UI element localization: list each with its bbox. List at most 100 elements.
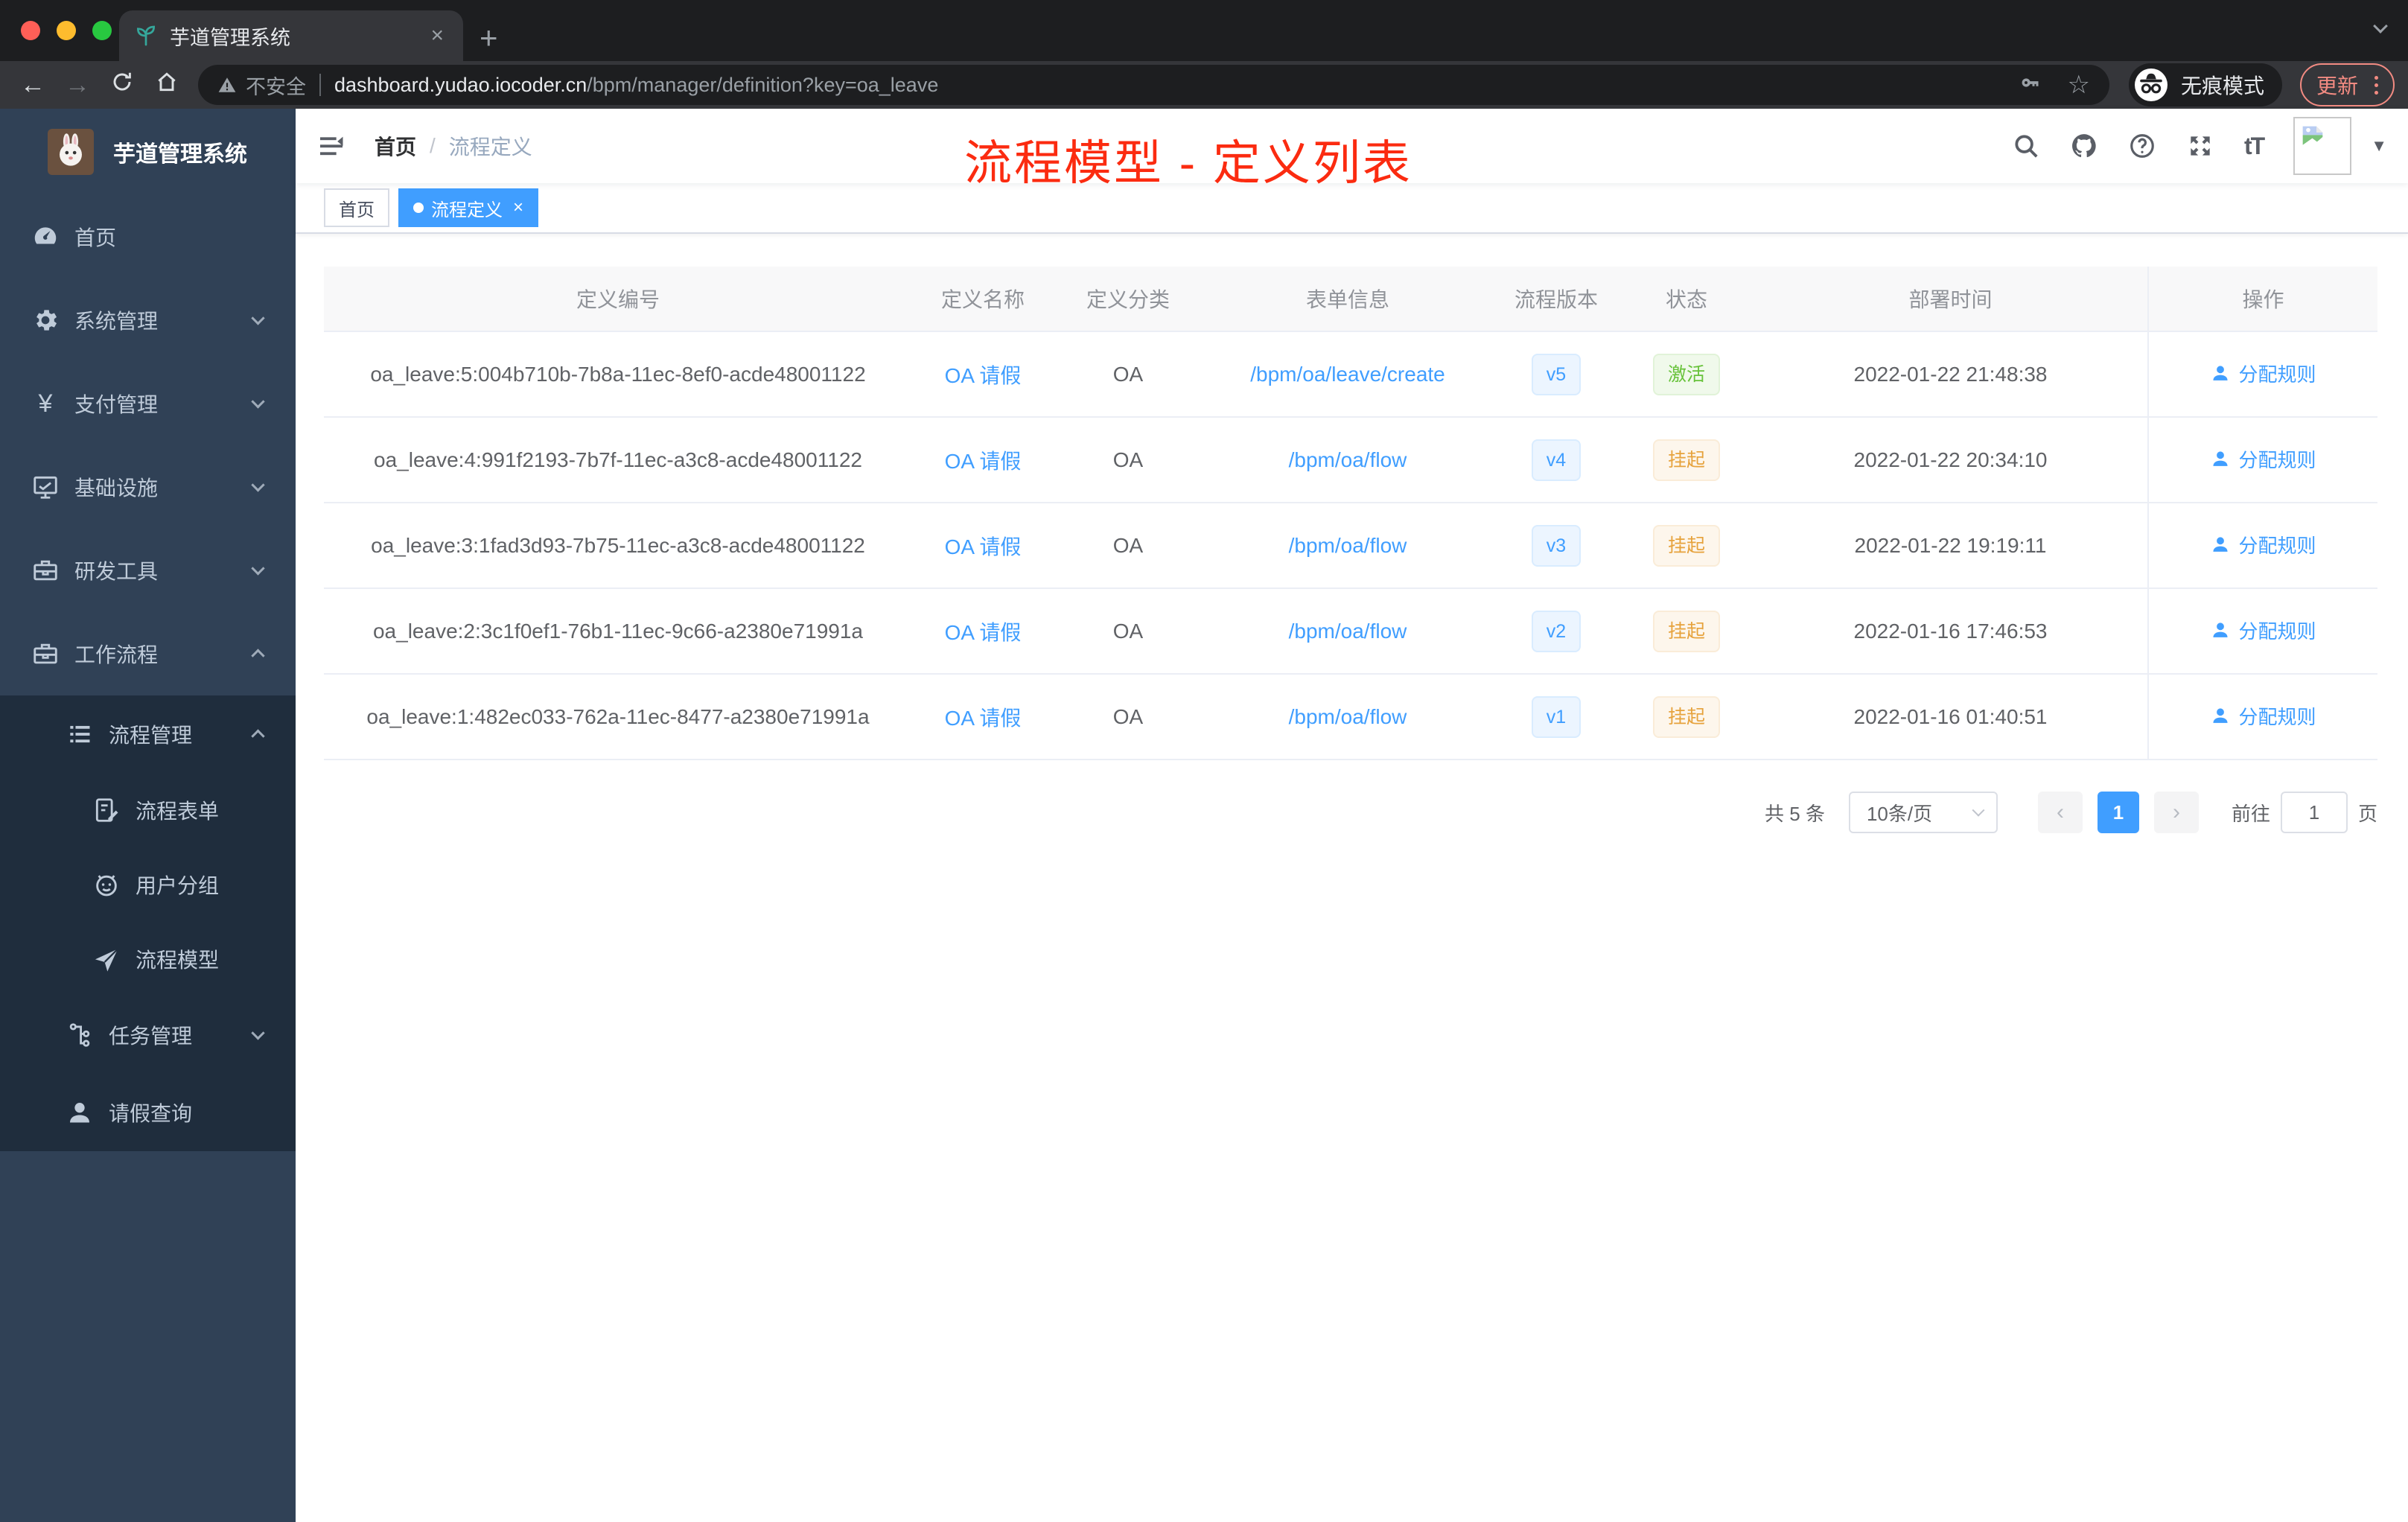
tab-close-icon[interactable]: ×: [426, 23, 448, 48]
form-link[interactable]: /bpm/oa/flow: [1289, 620, 1407, 643]
definition-name-link[interactable]: OA 请假: [945, 364, 1022, 387]
chevron-down-icon: [251, 561, 265, 580]
form-link[interactable]: /bpm/oa/leave/create: [1250, 363, 1445, 386]
tab-search-chevron-icon[interactable]: [2373, 19, 2388, 35]
search-icon[interactable]: [2012, 132, 2040, 160]
sidebar-item-devtools[interactable]: 研发工具: [0, 529, 296, 612]
sidebar-logo[interactable]: 芋道管理系统: [0, 109, 296, 195]
home-button[interactable]: [147, 70, 186, 101]
forward-button[interactable]: →: [58, 71, 97, 100]
active-tag-dot: [413, 203, 424, 213]
omnibox-divider: [319, 74, 321, 96]
status-tag: 激活: [1652, 353, 1720, 395]
form-link[interactable]: /bpm/oa/flow: [1289, 448, 1407, 471]
definition-name-link[interactable]: OA 请假: [945, 535, 1022, 558]
chevron-down-icon: [251, 1026, 265, 1045]
bookmark-star-icon[interactable]: ☆: [2067, 70, 2089, 100]
operation-cell: 分配规则: [2147, 417, 2377, 503]
browser-tab[interactable]: 芋道管理系统 ×: [119, 10, 463, 61]
security-label[interactable]: 不安全: [246, 71, 306, 100]
page-content: 定义编号 定义名称 定义分类 表单信息 流程版本 状态 部署时间 操作 oa_leave:5:…: [296, 234, 2408, 1522]
tag-close-icon[interactable]: ×: [510, 197, 523, 218]
sidebar-item-system[interactable]: 系统管理: [0, 278, 296, 362]
fullscreen-icon[interactable]: [2186, 132, 2214, 160]
kebab-menu-icon[interactable]: [2370, 75, 2383, 95]
version-cell: v1: [1493, 674, 1619, 760]
not-secure-warning-icon[interactable]: [217, 75, 237, 95]
breadcrumb-home[interactable]: 首页: [375, 131, 416, 161]
avatar-caret-down-icon[interactable]: ▼: [2371, 136, 2387, 156]
zoom-window-button[interactable]: [92, 21, 112, 40]
password-key-icon[interactable]: [2019, 71, 2042, 99]
page-size-select[interactable]: 10条/页: [1848, 792, 1998, 833]
form-link[interactable]: /bpm/oa/flow: [1289, 534, 1407, 557]
chevron-up-icon: [251, 649, 265, 663]
avatar[interactable]: [2293, 117, 2352, 175]
next-page-button[interactable]: ›: [2153, 792, 2199, 833]
form-link[interactable]: /bpm/oa/flow: [1289, 705, 1407, 728]
close-window-button[interactable]: [21, 21, 40, 40]
table-row: oa_leave:2:3c1f0ef1-76b1-11ec-9c66-a2380…: [324, 588, 2377, 675]
definition-name-link[interactable]: OA 请假: [945, 621, 1022, 644]
category-cell: OA: [1054, 674, 1203, 760]
page-number-1[interactable]: 1: [2097, 792, 2139, 833]
chevron-down-icon: [251, 311, 265, 330]
column-header-6: 部署时间: [1754, 267, 2148, 332]
yen-icon: ¥: [38, 389, 53, 418]
sidebar-item-process-manage[interactable]: 流程管理: [0, 695, 296, 773]
deploy-time-cell: 2022-01-16 17:46:53: [1754, 588, 2148, 675]
dashboard-icon: [31, 223, 60, 251]
tag-0[interactable]: 首页: [324, 188, 389, 227]
form-info-cell: /bpm/oa/leave/create: [1203, 331, 1493, 418]
sidebar-item-process-model[interactable]: 流程模型: [0, 922, 296, 996]
sidebar-item-process-form[interactable]: 流程表单: [0, 773, 296, 847]
assign-rule-link[interactable]: 分配规则: [2210, 531, 2316, 558]
browser-tab-strip: 芋道管理系统 × +: [0, 0, 2408, 61]
select-chevron-down-icon: [1972, 803, 1985, 817]
assign-rule-label: 分配规则: [2238, 705, 2316, 728]
window-controls[interactable]: [21, 21, 112, 40]
assign-rule-link[interactable]: 分配规则: [2210, 360, 2316, 387]
prev-page-button[interactable]: ‹: [2037, 792, 2083, 833]
sidebar-item-infra[interactable]: 基础设施: [0, 445, 296, 529]
table-row: oa_leave:3:1fad3d93-7b75-11ec-a3c8-acde4…: [324, 503, 2377, 589]
sidebar-item-home[interactable]: 首页: [0, 195, 296, 278]
definition-name-link[interactable]: OA 请假: [945, 450, 1022, 473]
sidebar-item-leave-query[interactable]: 请假查询: [0, 1074, 296, 1151]
table-header-row: 定义编号 定义名称 定义分类 表单信息 流程版本 状态 部署时间 操作: [324, 267, 2377, 332]
operation-cell: 分配规则: [2147, 588, 2377, 675]
sidebar-item-workflow[interactable]: 工作流程: [0, 612, 296, 695]
back-button[interactable]: ←: [13, 71, 52, 100]
goto-page-input[interactable]: [2280, 792, 2348, 833]
reload-button[interactable]: [103, 70, 141, 101]
version-cell: v3: [1493, 503, 1619, 589]
assign-rule-link[interactable]: 分配规则: [2210, 617, 2316, 644]
status-tag: 挂起: [1652, 695, 1720, 738]
sidebar-item-label: 研发工具: [74, 560, 159, 583]
column-header-3: 表单信息: [1203, 267, 1493, 332]
sidebar-item-user-group[interactable]: 用户分组: [0, 847, 296, 922]
user-icon: [66, 1098, 94, 1127]
font-size-icon[interactable]: tT: [2244, 133, 2265, 160]
hamburger-icon[interactable]: [296, 131, 367, 161]
definition-name-link[interactable]: OA 请假: [945, 707, 1022, 730]
browser-menu-update[interactable]: 更新: [2299, 63, 2395, 106]
sidebar-item-label: 流程表单: [136, 800, 220, 823]
address-bar[interactable]: 不安全 dashboard.yudao.iocoder.cn /bpm/mana…: [198, 65, 2109, 105]
tag-active[interactable]: 流程定义 ×: [398, 188, 539, 227]
update-label[interactable]: 更新: [2316, 70, 2358, 100]
assign-rule-link[interactable]: 分配规则: [2210, 445, 2316, 473]
status-cell: 激活: [1619, 331, 1754, 418]
sidebar-item-task-manage[interactable]: 任务管理: [0, 996, 296, 1074]
assign-rule-link[interactable]: 分配规则: [2210, 702, 2316, 730]
github-icon[interactable]: [2070, 132, 2098, 160]
help-icon[interactable]: [2128, 132, 2156, 160]
deploy-time-cell: 2022-01-22 19:19:11: [1754, 503, 2148, 589]
annotation-title: 流程模型 - 定义列表: [964, 136, 1412, 190]
sidebar-item-payment[interactable]: ¥ 支付管理: [0, 362, 296, 445]
form-info-cell: /bpm/oa/flow: [1203, 674, 1493, 760]
new-tab-button[interactable]: +: [480, 22, 498, 54]
operation-cell: 分配规则: [2147, 331, 2377, 418]
definition-id-cell: oa_leave:2:3c1f0ef1-76b1-11ec-9c66-a2380…: [324, 588, 912, 675]
minimize-window-button[interactable]: [57, 21, 76, 40]
